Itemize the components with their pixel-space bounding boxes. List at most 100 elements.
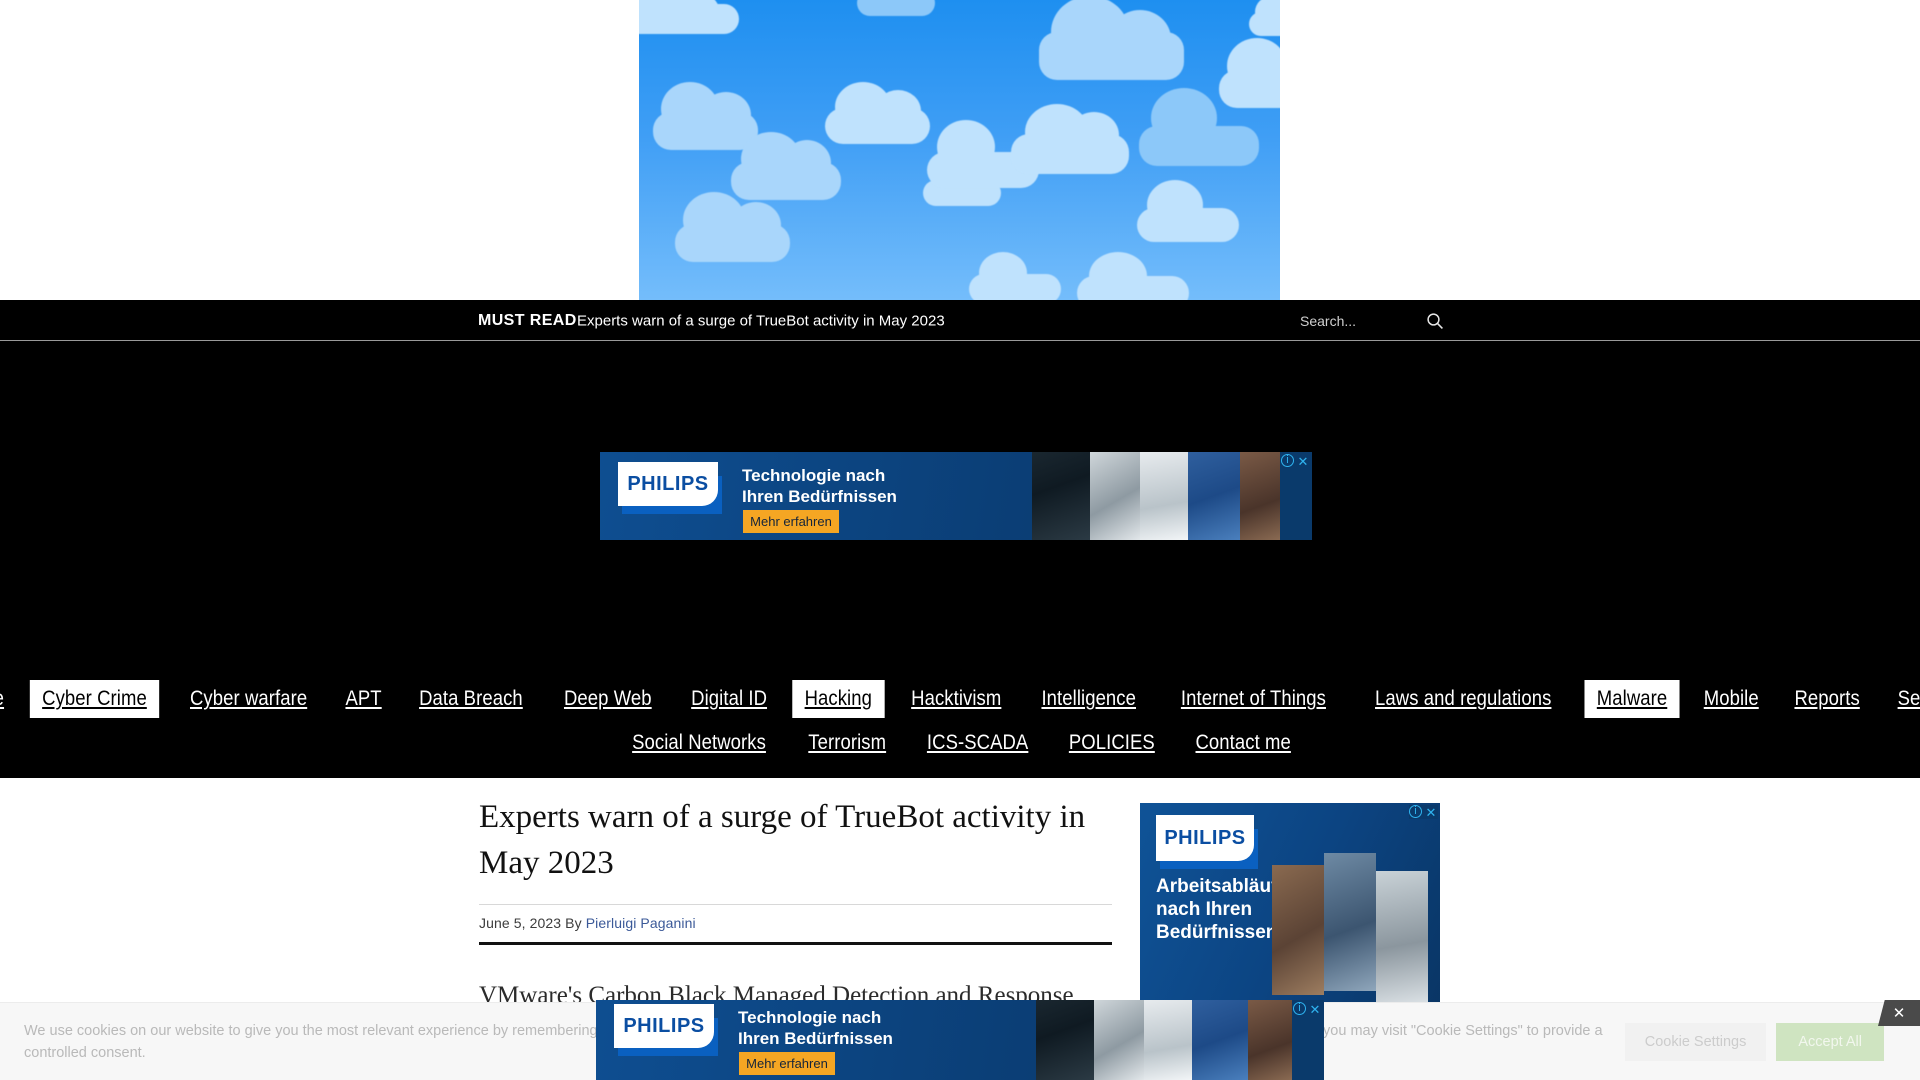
nav-item-terrorism[interactable]: Terrorism <box>796 724 898 762</box>
cookie-buttons: Cookie Settings Accept All <box>1624 1022 1884 1061</box>
philips-wordmark: PHILIPS <box>627 472 709 495</box>
byline-divider <box>479 942 1112 946</box>
cookie-settings-button[interactable]: Cookie Settings <box>1624 1022 1767 1061</box>
must-read-headline-link[interactable]: Experts warn of a surge of TrueBot activ… <box>577 312 945 329</box>
nav-item-social-networks[interactable]: Social Networks <box>620 724 778 762</box>
ad-cta-button[interactable]: Mehr erfahren <box>739 1052 835 1075</box>
cloud-shape <box>731 132 841 200</box>
ad-photo <box>1188 452 1240 540</box>
cloud-shape <box>639 0 739 34</box>
ad-photo-strip <box>1032 452 1312 540</box>
search-field-wrapper[interactable] <box>1300 308 1440 333</box>
ad-photo <box>1248 1000 1292 1080</box>
cloud-shape <box>1039 0 1184 80</box>
nav-item-cyber-crime[interactable]: Cyber Crime <box>29 680 160 719</box>
philips-logo: PHILIPS <box>618 462 718 506</box>
dismiss-bottom-ad-button[interactable]: ✕ <box>1878 1000 1920 1026</box>
cloud-shape <box>1011 104 1129 174</box>
leaderboard-ad[interactable]: PHILIPS Technologie nach Ihren Bedürfnis… <box>600 452 1312 540</box>
ad-headline: Technologie nach Ihren Bedürfnissen <box>738 1008 893 1049</box>
nav-item-home[interactable]: Home <box>0 680 16 718</box>
ad-headline-line2: nach Ihren <box>1156 899 1253 921</box>
nav-item-deep-web[interactable]: Deep Web <box>552 680 664 718</box>
ad-headline-line3: Bedürfnissen <box>1156 922 1278 944</box>
close-icon[interactable]: ✕ <box>1424 805 1438 819</box>
nav-item-malware[interactable]: Malware <box>1584 680 1680 719</box>
main-navigation: Home Cyber Crime Cyber warfare APT Data Brea… <box>0 672 1920 778</box>
nav-item-policies[interactable]: POLICIES <box>1056 724 1167 762</box>
ad-headline-line1: Technologie nach <box>742 466 886 485</box>
cloud-shape <box>969 252 1061 300</box>
video-ad-sky[interactable] <box>639 0 1280 300</box>
close-icon[interactable]: ✕ <box>1296 454 1310 468</box>
nav-item-apt[interactable]: APT <box>333 680 394 718</box>
philips-wordmark: PHILIPS <box>1164 826 1246 849</box>
cloud-shape <box>675 192 790 262</box>
nav-item-security[interactable]: Security <box>1885 680 1920 718</box>
article: Experts warn of a surge of TrueBot activ… <box>479 795 1112 1014</box>
bottom-sticky-ad[interactable]: PHILIPS Technologie nach Ihren Bedürfnis… <box>596 1000 1324 1080</box>
close-icon[interactable]: ✕ <box>1308 1002 1322 1016</box>
nav-item-internet-of-things[interactable]: Internet of Things <box>1168 680 1338 718</box>
ad-headline: Technologie nach Ihren Bedürfnissen <box>742 466 897 507</box>
ad-photo <box>1376 871 1428 1005</box>
nav-item-hacktivism[interactable]: Hacktivism <box>898 680 1013 718</box>
article-date: June 5, 2023 <box>479 915 562 932</box>
ad-headline-line2: Ihren Bedürfnissen <box>738 1028 893 1048</box>
article-byline: June 5, 2023 By Pierluigi Paganini <box>479 915 1112 931</box>
ad-headline-line2: Ihren Bedürfnissen <box>742 486 897 506</box>
ad-photo <box>1032 452 1090 540</box>
ad-photo-strip <box>1036 1000 1324 1080</box>
nav-item-hacking[interactable]: Hacking <box>792 680 885 719</box>
byline-by-label: By <box>565 915 582 932</box>
search-input[interactable] <box>1300 308 1440 333</box>
ad-photo <box>1140 452 1188 540</box>
ad-headline: Arbeitsabläufe nach Ihren Bedürfnissen <box>1156 875 1288 945</box>
cloud-shape <box>1137 180 1239 242</box>
philips-logo: PHILIPS <box>1156 815 1254 861</box>
nav-item-digital-id[interactable]: Digital ID <box>679 680 779 718</box>
ad-photo <box>1240 452 1280 540</box>
nav-item-contact-me[interactable]: Contact me <box>1183 724 1303 762</box>
nav-item-reports[interactable]: Reports <box>1783 680 1873 718</box>
ad-photo <box>1036 1000 1094 1080</box>
search-submit-button[interactable] <box>1424 310 1446 332</box>
ad-photo <box>1324 853 1376 991</box>
adchoices-controls[interactable]: i ✕ <box>1409 805 1438 819</box>
cloud-shape <box>857 0 935 16</box>
cloud-shape <box>1249 0 1280 36</box>
nav-item-ics-scada[interactable]: ICS-SCADA <box>914 724 1040 762</box>
nav-item-mobile[interactable]: Mobile <box>1691 680 1771 718</box>
nav-item-intelligence[interactable]: Intelligence <box>1029 680 1148 718</box>
nav-row-primary: Home Cyber Crime Cyber warfare APT Data Brea… <box>0 680 1920 719</box>
adchoices-controls[interactable]: i ✕ <box>1281 454 1310 468</box>
ad-photo <box>1272 865 1324 995</box>
cloud-shape <box>1077 252 1189 300</box>
ad-photo <box>1144 1000 1192 1080</box>
adchoices-info-icon[interactable]: i <box>1281 454 1294 467</box>
ad-photo <box>1094 1000 1144 1080</box>
ad-photo <box>1090 452 1140 540</box>
adchoices-controls[interactable]: i ✕ <box>1293 1002 1322 1016</box>
must-read-label: MUST READ <box>478 311 577 329</box>
ad-headline-line1: Technologie nach <box>738 1008 882 1027</box>
philips-wordmark: PHILIPS <box>623 1014 705 1037</box>
title-divider <box>479 904 1112 906</box>
adchoices-info-icon[interactable]: i <box>1409 805 1422 818</box>
article-author-link[interactable]: Pierluigi Paganini <box>586 915 696 931</box>
must-read-row: MUST READ Experts warn of a surge of Tru… <box>0 300 1920 341</box>
ad-cta-button[interactable]: Mehr erfahren <box>743 510 839 533</box>
nav-item-laws-and-regulations[interactable]: Laws and regulations <box>1363 680 1564 718</box>
philips-logo: PHILIPS <box>614 1004 714 1048</box>
nav-item-cyber-warfare[interactable]: Cyber warfare <box>178 680 320 718</box>
page-root: MUST READ Experts warn of a surge of Tru… <box>0 0 1920 1080</box>
search-icon <box>1427 312 1443 329</box>
nav-row-secondary: Social Networks Terrorism ICS-SCADA POLICIE… <box>609 724 1311 762</box>
article-title: Experts warn of a surge of TrueBot activ… <box>479 799 1086 881</box>
nav-item-data-breach[interactable]: Data Breach <box>407 680 535 718</box>
cloud-shape <box>1139 88 1259 166</box>
adchoices-info-icon[interactable]: i <box>1293 1002 1306 1015</box>
ad-photo <box>1192 1000 1248 1080</box>
accept-all-button[interactable]: Accept All <box>1776 1022 1884 1061</box>
ad-headline-line1: Arbeitsabläufe <box>1156 876 1288 897</box>
